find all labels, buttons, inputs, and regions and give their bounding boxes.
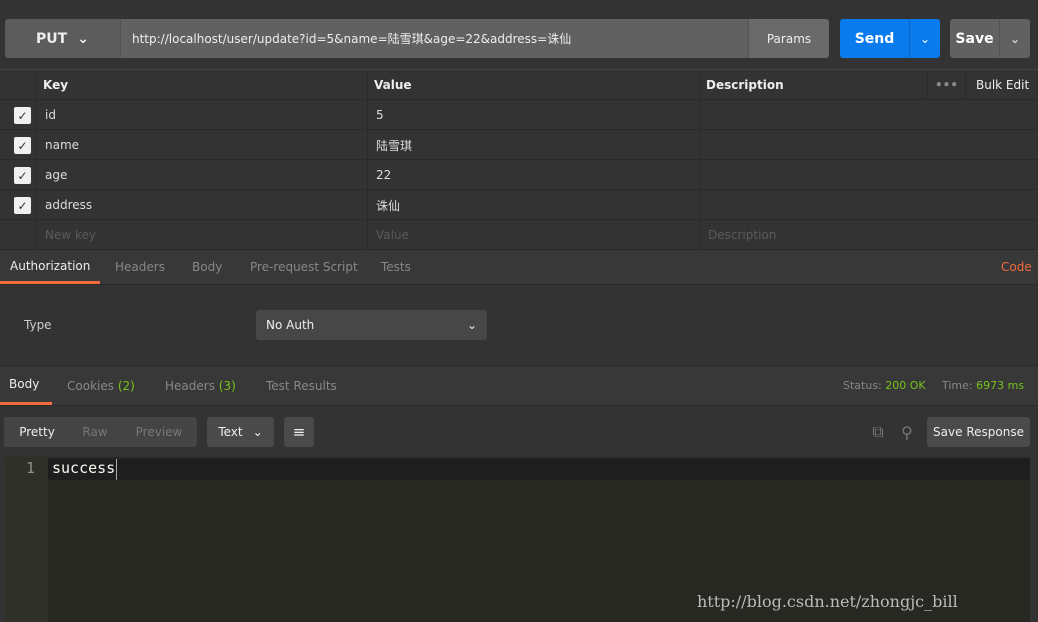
param-description[interactable] xyxy=(699,160,1038,190)
headers-count: (3) xyxy=(218,378,236,393)
param-row: ✓ id 5 xyxy=(0,100,1038,130)
preview-button[interactable]: Preview xyxy=(128,417,190,447)
code-link[interactable]: Code xyxy=(1001,250,1032,284)
params-header: Key Value Description ••• Bulk Edit xyxy=(0,70,1038,100)
param-checkbox[interactable]: ✓ xyxy=(14,137,31,154)
format-value: Text xyxy=(218,425,243,439)
tab-response-headers[interactable]: Headers (3) xyxy=(165,366,236,405)
url-input[interactable]: http://localhost/user/update?id=5&name=陆… xyxy=(120,19,748,58)
param-description[interactable] xyxy=(699,190,1038,220)
method-select[interactable]: PUT ⌄ xyxy=(5,19,120,58)
time-label: Time: xyxy=(942,379,973,392)
tab-cookies[interactable]: Cookies (2) xyxy=(67,366,135,405)
auth-type-select[interactable]: No Auth ⌄ xyxy=(256,310,487,340)
chevron-down-icon: ⌄ xyxy=(1009,31,1021,46)
param-key[interactable]: age xyxy=(36,160,367,190)
param-value[interactable]: 诛仙 xyxy=(367,190,699,220)
tab-body[interactable]: Body xyxy=(192,250,222,284)
value-header: Value xyxy=(367,70,699,100)
tab-pre-request-script[interactable]: Pre-request Script xyxy=(250,250,358,284)
param-key[interactable]: id xyxy=(36,100,367,130)
param-row: ✓ address 诛仙 xyxy=(0,190,1038,220)
param-description[interactable] xyxy=(699,100,1038,130)
chevron-down-icon: ⌄ xyxy=(919,31,931,46)
response-tabs: Body Cookies (2) Headers (3) Test Result… xyxy=(0,365,1038,406)
pretty-button[interactable]: Pretty xyxy=(10,417,64,447)
send-button[interactable]: Send xyxy=(840,19,909,58)
status-readout: Status: 200 OK xyxy=(843,366,926,405)
param-description[interactable] xyxy=(699,130,1038,160)
search-icon[interactable]: ⚲ xyxy=(896,420,918,444)
chevron-down-icon: ⌄ xyxy=(77,30,89,47)
params-button[interactable]: Params xyxy=(748,19,829,58)
key-header: Key xyxy=(36,70,367,100)
param-row: ✓ name 陆雪琪 xyxy=(0,130,1038,160)
time-value: 6973 ms xyxy=(976,379,1025,392)
auth-type-value: No Auth xyxy=(266,318,315,332)
active-line xyxy=(48,459,1030,480)
save-button[interactable]: Save xyxy=(950,19,999,58)
param-key[interactable]: name xyxy=(36,130,367,160)
param-checkbox[interactable]: ✓ xyxy=(14,107,31,124)
tab-headers[interactable]: Headers xyxy=(115,250,165,284)
tab-authorization[interactable]: Authorization xyxy=(0,250,100,284)
new-param-row: New key Value Description xyxy=(0,220,1038,250)
status-label: Status: xyxy=(843,379,882,392)
description-header: Description xyxy=(699,70,927,100)
save-response-button[interactable]: Save Response xyxy=(927,417,1030,447)
send-dropdown-button[interactable]: ⌄ xyxy=(909,19,940,58)
format-select[interactable]: Text ⌄ xyxy=(207,417,274,447)
line-number: 1 xyxy=(25,459,35,477)
new-description-input[interactable]: Description xyxy=(699,220,1038,250)
param-value[interactable]: 22 xyxy=(367,160,699,190)
tab-test-results[interactable]: Test Results xyxy=(266,366,337,405)
auth-type-label: Type xyxy=(24,318,52,332)
save-dropdown-button[interactable]: ⌄ xyxy=(999,19,1030,58)
time-readout: Time: 6973 ms xyxy=(942,366,1024,405)
param-value[interactable]: 陆雪琪 xyxy=(367,130,699,160)
cookies-label: Cookies xyxy=(67,378,114,393)
watermark: http://blog.csdn.net/zhongjc_bill xyxy=(697,592,958,611)
param-checkbox[interactable]: ✓ xyxy=(14,167,31,184)
status-value: 200 OK xyxy=(885,379,926,392)
headers-label: Headers xyxy=(165,378,215,393)
editor-gutter xyxy=(5,457,48,622)
request-tabs: Authorization Headers Body Pre-request S… xyxy=(0,250,1038,285)
param-value[interactable]: 5 xyxy=(367,100,699,130)
more-icon[interactable]: ••• xyxy=(927,70,965,100)
tab-response-body[interactable]: Body xyxy=(0,366,52,405)
param-key[interactable]: address xyxy=(36,190,367,220)
new-value-input[interactable]: Value xyxy=(367,220,699,250)
raw-button[interactable]: Raw xyxy=(72,417,118,447)
cookies-count: (2) xyxy=(117,378,135,393)
param-checkbox[interactable]: ✓ xyxy=(14,197,31,214)
wrap-lines-icon[interactable]: ≡ xyxy=(284,417,314,447)
tab-tests[interactable]: Tests xyxy=(381,250,411,284)
chevron-down-icon: ⌄ xyxy=(466,318,477,332)
method-label: PUT xyxy=(36,30,68,47)
copy-icon[interactable]: ⧉ xyxy=(867,420,889,444)
param-row: ✓ age 22 xyxy=(0,160,1038,190)
bulk-edit-link[interactable]: Bulk Edit xyxy=(965,70,1038,100)
response-content: success xyxy=(52,459,118,480)
new-key-input[interactable]: New key xyxy=(36,220,367,250)
chevron-down-icon: ⌄ xyxy=(252,425,263,439)
